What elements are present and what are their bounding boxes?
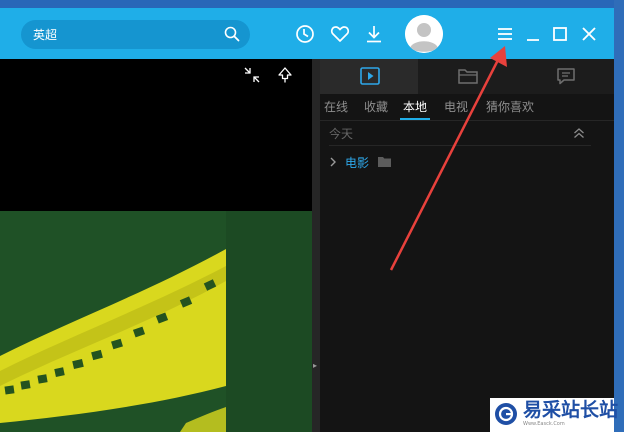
panel-splitter[interactable]: ▸ bbox=[312, 59, 320, 432]
tab-messages[interactable] bbox=[516, 59, 614, 94]
subtab-local[interactable]: 本地 bbox=[403, 99, 427, 115]
playlist-icon bbox=[360, 67, 380, 85]
search-icon[interactable] bbox=[224, 26, 240, 42]
maximize-icon[interactable] bbox=[551, 25, 569, 43]
tab-playlist[interactable] bbox=[320, 59, 418, 94]
collapse-panel-arrow-icon[interactable]: ▸ bbox=[313, 362, 317, 370]
player-window: ▸ bbox=[0, 8, 614, 432]
watermark-badge: 易采站长站 Www.Easck.Com bbox=[490, 398, 618, 432]
search-input[interactable] bbox=[33, 24, 228, 45]
panel-sub-tabs: 在线 收藏 本地 电视 猜你喜欢 bbox=[320, 94, 614, 120]
tab-local-folder[interactable] bbox=[418, 59, 516, 94]
user-avatar-icon bbox=[405, 15, 443, 53]
title-bar bbox=[0, 8, 614, 59]
site-logo-icon bbox=[495, 403, 517, 425]
video-area[interactable] bbox=[0, 59, 312, 432]
panel-top-tabs bbox=[320, 59, 614, 94]
desktop-background bbox=[0, 0, 624, 8]
folder-icon bbox=[378, 157, 391, 167]
film-strip-artwork bbox=[0, 211, 312, 432]
watermark-url: Www.Easck.Com bbox=[523, 421, 565, 427]
minimize-icon[interactable] bbox=[524, 25, 542, 43]
search-box[interactable] bbox=[21, 20, 250, 49]
pin-on-top-icon[interactable] bbox=[277, 67, 293, 83]
shrink-window-icon[interactable] bbox=[244, 67, 260, 83]
subtab-online[interactable]: 在线 bbox=[324, 99, 348, 115]
group-header-today[interactable]: 今天 bbox=[320, 121, 614, 145]
folder-label: 电影 bbox=[345, 156, 370, 170]
subtab-favorites[interactable]: 收藏 bbox=[364, 99, 388, 115]
history-icon[interactable] bbox=[295, 24, 315, 44]
favorite-heart-icon[interactable] bbox=[330, 24, 350, 44]
desktop-background-right bbox=[614, 0, 624, 432]
close-icon[interactable] bbox=[580, 25, 598, 43]
divider bbox=[329, 145, 591, 146]
watermark-text: 易采站长站 bbox=[523, 399, 619, 421]
group-label: 今天 bbox=[329, 127, 354, 141]
chevron-right-icon[interactable] bbox=[328, 157, 338, 167]
list-item-movies-folder[interactable]: 电影 bbox=[320, 152, 614, 174]
folder-icon bbox=[458, 69, 478, 84]
menu-icon[interactable] bbox=[496, 25, 514, 43]
subtab-recommend[interactable]: 猜你喜欢 bbox=[486, 99, 534, 115]
playlist-panel: 在线 收藏 本地 电视 猜你喜欢 今天 电影 bbox=[320, 59, 614, 432]
collapse-up-icon[interactable] bbox=[573, 127, 585, 139]
avatar[interactable] bbox=[405, 15, 443, 53]
subtab-tv[interactable]: 电视 bbox=[444, 99, 468, 115]
download-icon[interactable] bbox=[364, 24, 384, 44]
message-icon bbox=[557, 68, 575, 85]
